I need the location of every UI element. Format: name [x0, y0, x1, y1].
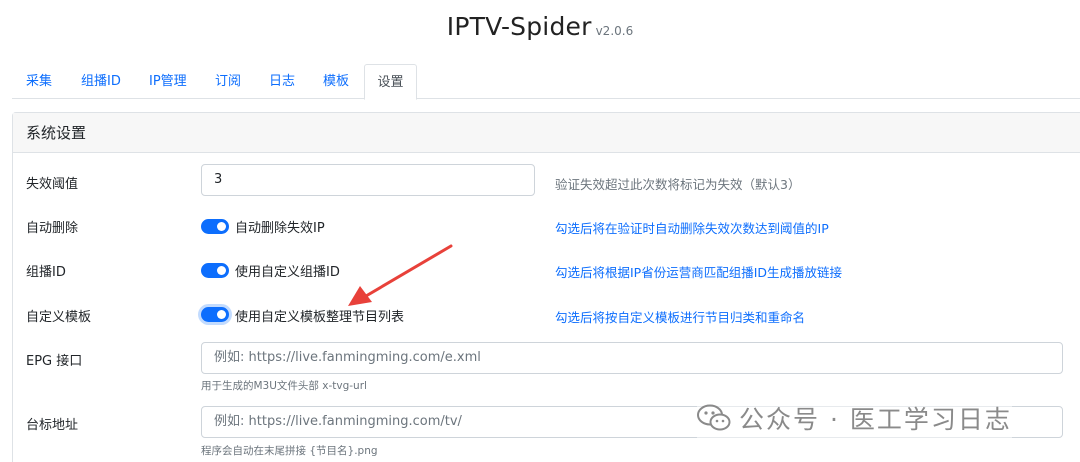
- annotation-arrow: [348, 244, 453, 306]
- epg-label: EPG 接口: [26, 354, 83, 369]
- app-title: IPTV-Spider v2.0.6: [0, 12, 1080, 41]
- watermark-text: 公众号 · 医工学习日志: [739, 405, 1012, 434]
- epg-url-input[interactable]: 例如: https://live.fanmingming.com/e.xml: [201, 342, 1063, 374]
- multicast-id-toggle[interactable]: [201, 263, 229, 278]
- tab-ip-management[interactable]: IP管理: [149, 64, 187, 99]
- multicast-id-toggle-label[interactable]: 使用自定义组播ID: [235, 261, 340, 280]
- tab-multicast-id[interactable]: 组播ID: [81, 64, 121, 99]
- auto-delete-label: 自动删除: [26, 221, 79, 236]
- app-name: IPTV-Spider: [446, 12, 592, 41]
- custom-template-toggle[interactable]: [201, 307, 229, 322]
- wechat-icon: [697, 404, 731, 431]
- settings-card-title: 系统设置: [13, 113, 1080, 153]
- custom-template-help: 勾选后将按自定义模板进行节目归类和重命名: [555, 310, 806, 325]
- logo-url-label: 台标地址: [26, 418, 79, 433]
- fail-threshold-label: 失效阈值: [26, 177, 79, 192]
- auto-delete-help: 勾选后将在验证时自动删除失效次数达到阈值的IP: [555, 221, 829, 236]
- custom-template-label: 自定义模板: [26, 310, 92, 325]
- tab-collect[interactable]: 采集: [26, 64, 52, 99]
- auto-delete-toggle[interactable]: [201, 219, 229, 234]
- app-version: v2.0.6: [595, 24, 634, 38]
- tab-templates[interactable]: 模板: [323, 64, 349, 99]
- multicast-id-label: 组播ID: [26, 265, 66, 280]
- epg-help: 用于生成的M3U文件头部 x-tvg-url: [201, 380, 367, 392]
- fail-threshold-help: 验证失效超过此次数将标记为失效（默认3）: [555, 177, 801, 192]
- auto-delete-toggle-label[interactable]: 自动删除失效IP: [235, 217, 325, 236]
- watermark: 公众号 · 医工学习日志: [697, 398, 1012, 438]
- multicast-id-help: 勾选后将根据IP省份运营商匹配组播ID生成播放链接: [555, 265, 843, 280]
- tab-bar: 采集 组播ID IP管理 订阅 日志 模板 设置: [12, 64, 1080, 100]
- tab-logs[interactable]: 日志: [269, 64, 295, 99]
- logo-url-help: 程序会自动在末尾拼接 {节目名}.png: [201, 445, 378, 457]
- tab-subscription[interactable]: 订阅: [215, 64, 241, 99]
- fail-threshold-input[interactable]: 3: [201, 164, 535, 196]
- tab-settings[interactable]: 设置: [364, 64, 417, 100]
